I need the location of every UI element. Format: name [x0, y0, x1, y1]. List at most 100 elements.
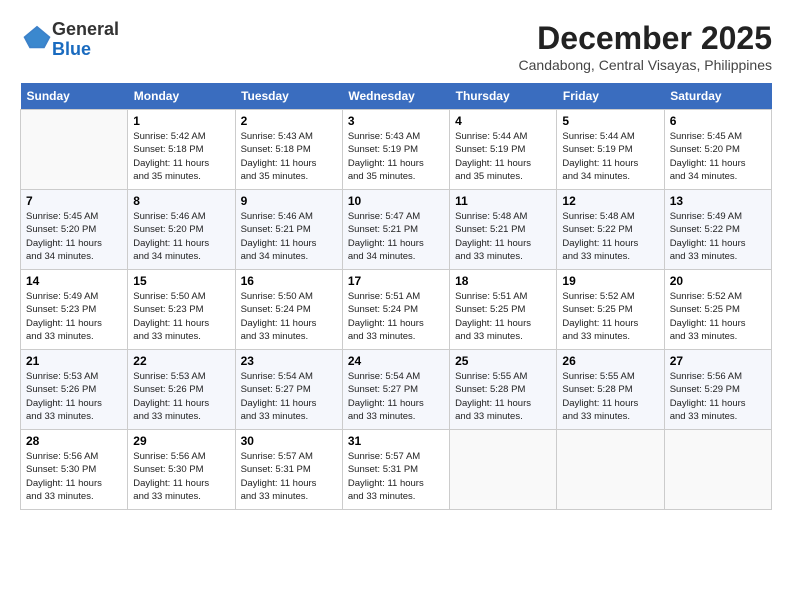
day-number: 24: [348, 354, 444, 368]
calendar-cell: 8Sunrise: 5:46 AM Sunset: 5:20 PM Daylig…: [128, 190, 235, 270]
day-info: Sunrise: 5:49 AM Sunset: 5:23 PM Dayligh…: [26, 290, 122, 343]
calendar-cell: 1Sunrise: 5:42 AM Sunset: 5:18 PM Daylig…: [128, 110, 235, 190]
day-number: 31: [348, 434, 444, 448]
day-info: Sunrise: 5:55 AM Sunset: 5:28 PM Dayligh…: [562, 370, 658, 423]
calendar-cell: 25Sunrise: 5:55 AM Sunset: 5:28 PM Dayli…: [450, 350, 557, 430]
calendar-cell: 6 Sunrise: 5:45 AM Sunset: 5:20 PM Daylig…: [664, 110, 771, 190]
calendar-cell: 15Sunrise: 5:50 AM Sunset: 5:23 PM Dayli…: [128, 270, 235, 350]
day-number: 29: [133, 434, 229, 448]
day-number: 18: [455, 274, 551, 288]
calendar-cell: 26 Sunrise: 5:55 AM Sunset: 5:28 PM Dayli…: [557, 350, 664, 430]
day-number: 30: [241, 434, 337, 448]
day-info: Sunrise: 5:43 AM Sunset: 5:19 PM Dayligh…: [348, 130, 444, 183]
calendar-cell: 17 Sunrise: 5:51 AM Sunset: 5:24 PM Dayli…: [342, 270, 449, 350]
day-info: Sunrise: 5:57 AM Sunset: 5:31 PM Dayligh…: [241, 450, 337, 503]
calendar-cell: 12 Sunrise: 5:48 AM Sunset: 5:22 PM Dayli…: [557, 190, 664, 270]
day-info: Sunrise: 5:51 AM Sunset: 5:24 PM Dayligh…: [348, 290, 444, 343]
calendar-cell: 5Sunrise: 5:44 AM Sunset: 5:19 PM Daylig…: [557, 110, 664, 190]
day-info: Sunrise: 5:44 AM Sunset: 5:19 PM Dayligh…: [562, 130, 658, 183]
calendar-cell: 7 Sunrise: 5:45 AM Sunset: 5:20 PM Daylig…: [21, 190, 128, 270]
calendar-cell: 16 Sunrise: 5:50 AM Sunset: 5:24 PM Dayli…: [235, 270, 342, 350]
day-number: 23: [241, 354, 337, 368]
week-row-2: 7 Sunrise: 5:45 AM Sunset: 5:20 PM Daylig…: [21, 190, 772, 270]
day-info: Sunrise: 5:54 AM Sunset: 5:27 PM Dayligh…: [348, 370, 444, 423]
title-area: December 2025 Candabong, Central Visayas…: [519, 20, 772, 73]
day-info: Sunrise: 5:45 AM Sunset: 5:20 PM Dayligh…: [26, 210, 122, 263]
weekday-monday: Monday: [128, 83, 235, 110]
calendar-cell: 10Sunrise: 5:47 AM Sunset: 5:21 PM Dayli…: [342, 190, 449, 270]
day-info: Sunrise: 5:53 AM Sunset: 5:26 PM Dayligh…: [133, 370, 229, 423]
day-info: Sunrise: 5:50 AM Sunset: 5:23 PM Dayligh…: [133, 290, 229, 343]
header: General Blue December 2025 Candabong, Ce…: [20, 20, 772, 73]
day-number: 3: [348, 114, 444, 128]
weekday-sunday: Sunday: [21, 83, 128, 110]
day-info: Sunrise: 5:56 AM Sunset: 5:30 PM Dayligh…: [26, 450, 122, 503]
location-subtitle: Candabong, Central Visayas, Philippines: [519, 57, 772, 73]
calendar-cell: [450, 430, 557, 510]
day-info: Sunrise: 5:43 AM Sunset: 5:18 PM Dayligh…: [241, 130, 337, 183]
day-info: Sunrise: 5:47 AM Sunset: 5:21 PM Dayligh…: [348, 210, 444, 263]
day-number: 16: [241, 274, 337, 288]
calendar-cell: 23Sunrise: 5:54 AM Sunset: 5:27 PM Dayli…: [235, 350, 342, 430]
calendar-cell: 21 Sunrise: 5:53 AM Sunset: 5:26 PM Dayli…: [21, 350, 128, 430]
calendar-cell: 20Sunrise: 5:52 AM Sunset: 5:25 PM Dayli…: [664, 270, 771, 350]
day-number: 6: [670, 114, 766, 128]
day-info: Sunrise: 5:50 AM Sunset: 5:24 PM Dayligh…: [241, 290, 337, 343]
day-number: 19: [562, 274, 658, 288]
week-row-4: 21 Sunrise: 5:53 AM Sunset: 5:26 PM Dayli…: [21, 350, 772, 430]
calendar-cell: 28 Sunrise: 5:56 AM Sunset: 5:30 PM Dayli…: [21, 430, 128, 510]
logo: General Blue: [20, 20, 119, 60]
calendar-body: 1Sunrise: 5:42 AM Sunset: 5:18 PM Daylig…: [21, 110, 772, 510]
calendar-cell: 22 Sunrise: 5:53 AM Sunset: 5:26 PM Dayli…: [128, 350, 235, 430]
day-info: Sunrise: 5:45 AM Sunset: 5:20 PM Dayligh…: [670, 130, 766, 183]
day-info: Sunrise: 5:52 AM Sunset: 5:25 PM Dayligh…: [562, 290, 658, 343]
weekday-friday: Friday: [557, 83, 664, 110]
weekday-header-row: SundayMondayTuesdayWednesdayThursdayFrid…: [21, 83, 772, 110]
day-info: Sunrise: 5:48 AM Sunset: 5:21 PM Dayligh…: [455, 210, 551, 263]
day-number: 1: [133, 114, 229, 128]
calendar-cell: 30 Sunrise: 5:57 AM Sunset: 5:31 PM Dayli…: [235, 430, 342, 510]
weekday-tuesday: Tuesday: [235, 83, 342, 110]
calendar-cell: 4 Sunrise: 5:44 AM Sunset: 5:19 PM Daylig…: [450, 110, 557, 190]
day-number: 8: [133, 194, 229, 208]
day-number: 12: [562, 194, 658, 208]
calendar-cell: 14 Sunrise: 5:49 AM Sunset: 5:23 PM Dayli…: [21, 270, 128, 350]
logo-icon: [22, 22, 52, 52]
calendar-cell: 18 Sunrise: 5:51 AM Sunset: 5:25 PM Dayli…: [450, 270, 557, 350]
calendar-cell: [664, 430, 771, 510]
logo-text: General Blue: [52, 20, 119, 60]
day-number: 25: [455, 354, 551, 368]
day-number: 28: [26, 434, 122, 448]
calendar-cell: 27Sunrise: 5:56 AM Sunset: 5:29 PM Dayli…: [664, 350, 771, 430]
day-number: 17: [348, 274, 444, 288]
day-number: 20: [670, 274, 766, 288]
calendar-cell: 3 Sunrise: 5:43 AM Sunset: 5:19 PM Daylig…: [342, 110, 449, 190]
day-number: 4: [455, 114, 551, 128]
calendar-table: SundayMondayTuesdayWednesdayThursdayFrid…: [20, 83, 772, 510]
day-info: Sunrise: 5:57 AM Sunset: 5:31 PM Dayligh…: [348, 450, 444, 503]
week-row-1: 1Sunrise: 5:42 AM Sunset: 5:18 PM Daylig…: [21, 110, 772, 190]
day-number: 7: [26, 194, 122, 208]
week-row-5: 28 Sunrise: 5:56 AM Sunset: 5:30 PM Dayli…: [21, 430, 772, 510]
calendar-cell: 29 Sunrise: 5:56 AM Sunset: 5:30 PM Dayli…: [128, 430, 235, 510]
day-info: Sunrise: 5:44 AM Sunset: 5:19 PM Dayligh…: [455, 130, 551, 183]
calendar-cell: [557, 430, 664, 510]
calendar-cell: 9Sunrise: 5:46 AM Sunset: 5:21 PM Daylig…: [235, 190, 342, 270]
weekday-saturday: Saturday: [664, 83, 771, 110]
day-number: 14: [26, 274, 122, 288]
day-number: 21: [26, 354, 122, 368]
day-number: 26: [562, 354, 658, 368]
weekday-wednesday: Wednesday: [342, 83, 449, 110]
day-info: Sunrise: 5:48 AM Sunset: 5:22 PM Dayligh…: [562, 210, 658, 263]
calendar-cell: 19 Sunrise: 5:52 AM Sunset: 5:25 PM Dayli…: [557, 270, 664, 350]
day-info: Sunrise: 5:56 AM Sunset: 5:30 PM Dayligh…: [133, 450, 229, 503]
day-info: Sunrise: 5:46 AM Sunset: 5:21 PM Dayligh…: [241, 210, 337, 263]
day-number: 22: [133, 354, 229, 368]
day-number: 2: [241, 114, 337, 128]
day-info: Sunrise: 5:51 AM Sunset: 5:25 PM Dayligh…: [455, 290, 551, 343]
week-row-3: 14 Sunrise: 5:49 AM Sunset: 5:23 PM Dayli…: [21, 270, 772, 350]
day-info: Sunrise: 5:53 AM Sunset: 5:26 PM Dayligh…: [26, 370, 122, 423]
weekday-thursday: Thursday: [450, 83, 557, 110]
calendar-cell: 2 Sunrise: 5:43 AM Sunset: 5:18 PM Daylig…: [235, 110, 342, 190]
day-number: 27: [670, 354, 766, 368]
